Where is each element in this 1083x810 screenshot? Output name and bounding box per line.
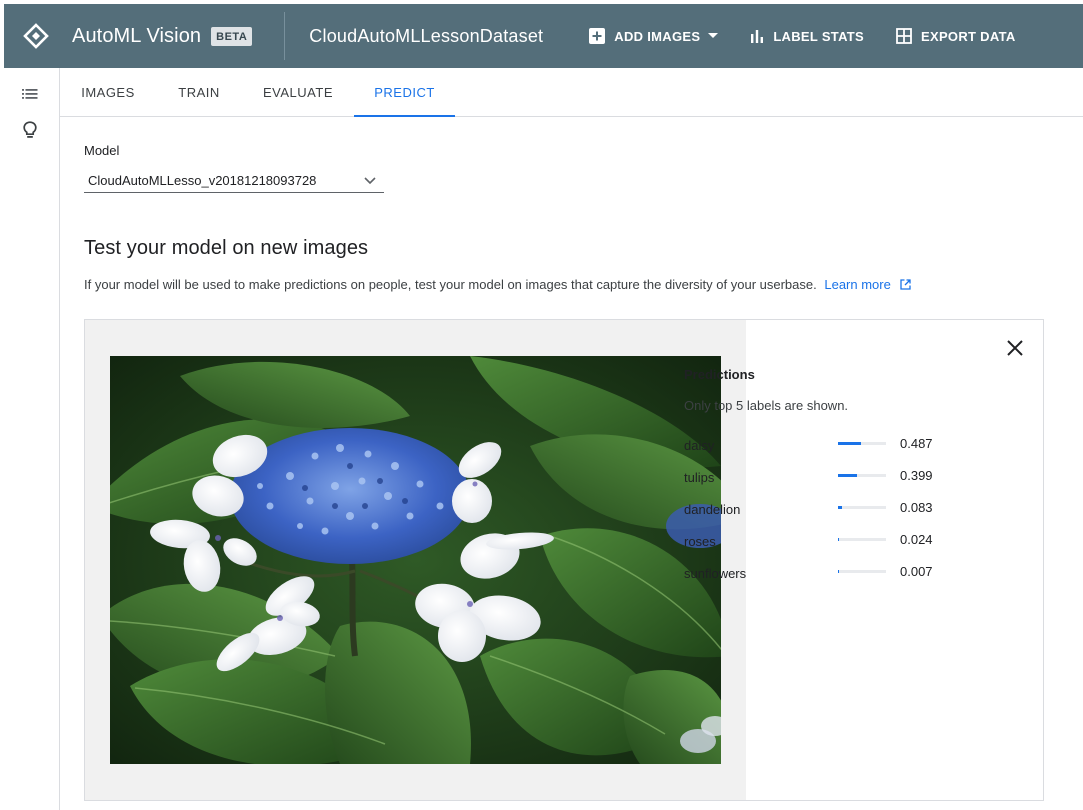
export-data-button[interactable]: EXPORT DATA [896,28,1016,44]
chevron-down-icon [708,33,719,39]
prediction-row: daisy 0.487 [684,434,1024,454]
tab-predict[interactable]: PREDICT [354,68,455,117]
prediction-score-fill [838,474,858,477]
tab-train[interactable]: TRAIN [156,68,242,116]
app-header: AutoML Vision BETA CloudAutoMLLessonData… [4,4,1083,68]
prediction-score-bar [838,442,886,445]
prediction-label: daisy [684,438,715,453]
section-description: If your model will be used to make predi… [84,277,911,292]
add-images-label: ADD IMAGES [614,28,701,44]
prediction-label: roses [684,534,716,549]
header-divider [284,12,286,60]
description-text: If your model will be used to make predi… [84,277,817,292]
prediction-score-fill [838,506,842,509]
section-title: Test your model on new images [84,237,369,259]
open-in-new-icon [900,279,911,290]
prediction-score: 0.024 [900,532,933,547]
uploaded-flower-image [110,356,721,764]
bar-chart-icon [750,29,764,43]
prediction-row: sunflowers 0.007 [684,562,1024,582]
app-title: AutoML Vision [72,24,202,47]
prediction-label: dandelion [684,502,741,517]
prediction-score-bar [838,538,886,541]
close-icon[interactable] [1005,338,1025,358]
dataset-name: CloudAutoMLLessonDataset [309,25,544,46]
prediction-score: 0.083 [900,500,933,515]
prediction-score-fill [838,442,862,445]
image-preview-area [85,320,746,800]
prediction-score-bar [838,506,886,509]
prediction-panel [84,319,1044,801]
prediction-score: 0.007 [900,564,933,579]
prediction-row: dandelion 0.083 [684,498,1024,518]
beta-badge: BETA [211,26,253,46]
learn-more-link[interactable]: Learn more [824,277,911,292]
predictions-note: Only top 5 labels are shown. [684,398,849,413]
prediction-score-fill [838,570,839,573]
tab-bar: IMAGES TRAIN EVALUATE PREDICT [60,68,1083,117]
grid-icon [896,28,912,44]
label-stats-button[interactable]: LABEL STATS [750,29,864,44]
prediction-label: sunflowers [684,566,747,581]
add-images-button[interactable]: ADD IMAGES [589,28,719,44]
automl-logo-icon[interactable] [4,4,68,68]
prediction-label: tulips [684,470,715,485]
rail-tips-button[interactable] [0,114,60,150]
prediction-row: tulips 0.399 [684,466,1024,486]
tab-images[interactable]: IMAGES [60,68,156,116]
rail-list-button[interactable] [0,78,60,114]
chevron-down-icon [364,173,376,188]
prediction-score: 0.399 [900,468,933,483]
model-label: Model [84,143,120,158]
model-select-value: CloudAutoMLLesso_v20181218093728 [88,172,317,188]
prediction-score-bar [838,570,886,573]
add-box-icon [589,28,606,44]
label-stats-label: LABEL STATS [773,28,865,44]
left-rail [0,68,60,810]
prediction-score: 0.487 [900,436,933,451]
lightbulb-icon [23,120,37,144]
prediction-score-fill [838,538,840,541]
learn-more-label: Learn more [824,277,891,292]
tab-evaluate[interactable]: EVALUATE [242,68,354,116]
model-select[interactable]: CloudAutoMLLesso_v20181218093728 [84,168,384,193]
predictions-title: Predictions [684,367,755,382]
list-icon [22,87,38,105]
export-data-label: EXPORT DATA [921,28,1016,44]
prediction-score-bar [838,474,886,477]
prediction-row: roses 0.024 [684,530,1024,550]
